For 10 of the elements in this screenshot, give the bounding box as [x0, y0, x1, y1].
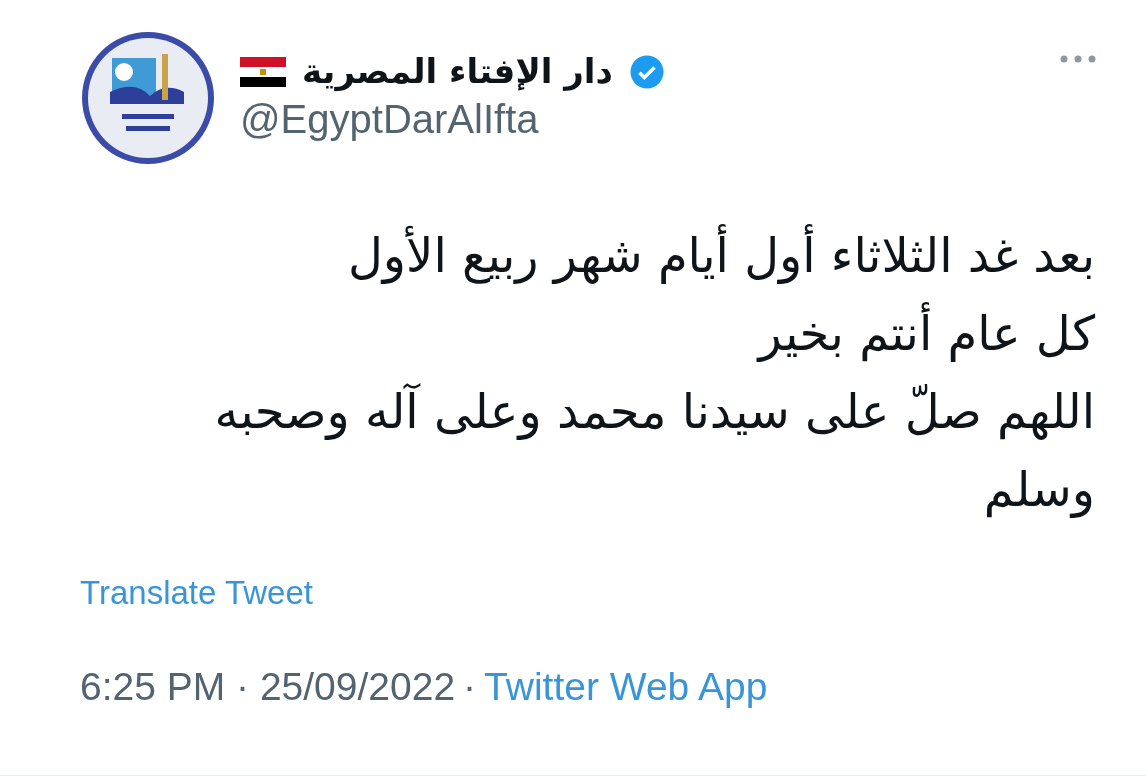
separator-dot: ·	[463, 663, 477, 710]
flag-icon	[240, 56, 286, 87]
tweet-timestamp[interactable]: 6:25 PM · 25/09/2022	[80, 657, 456, 716]
more-icon[interactable]	[1060, 54, 1096, 64]
source-link[interactable]: Twitter Web App	[484, 657, 768, 716]
author-handle[interactable]: @EgyptDarAlIfta	[240, 97, 1060, 141]
avatar-logo-icon[interactable]	[80, 30, 216, 166]
tweet-text: بعد غد الثلاثاء أول أيام شهر ربيع الأول كل عام أنتم بخير اللهم صلّ على سيدنا محمد وعلى آله وصحبه وسلم	[135, 216, 1095, 528]
translate-link[interactable]: Translate Tweet	[80, 568, 313, 618]
author-name[interactable]: دار الإفتاء المصرية	[302, 46, 613, 97]
